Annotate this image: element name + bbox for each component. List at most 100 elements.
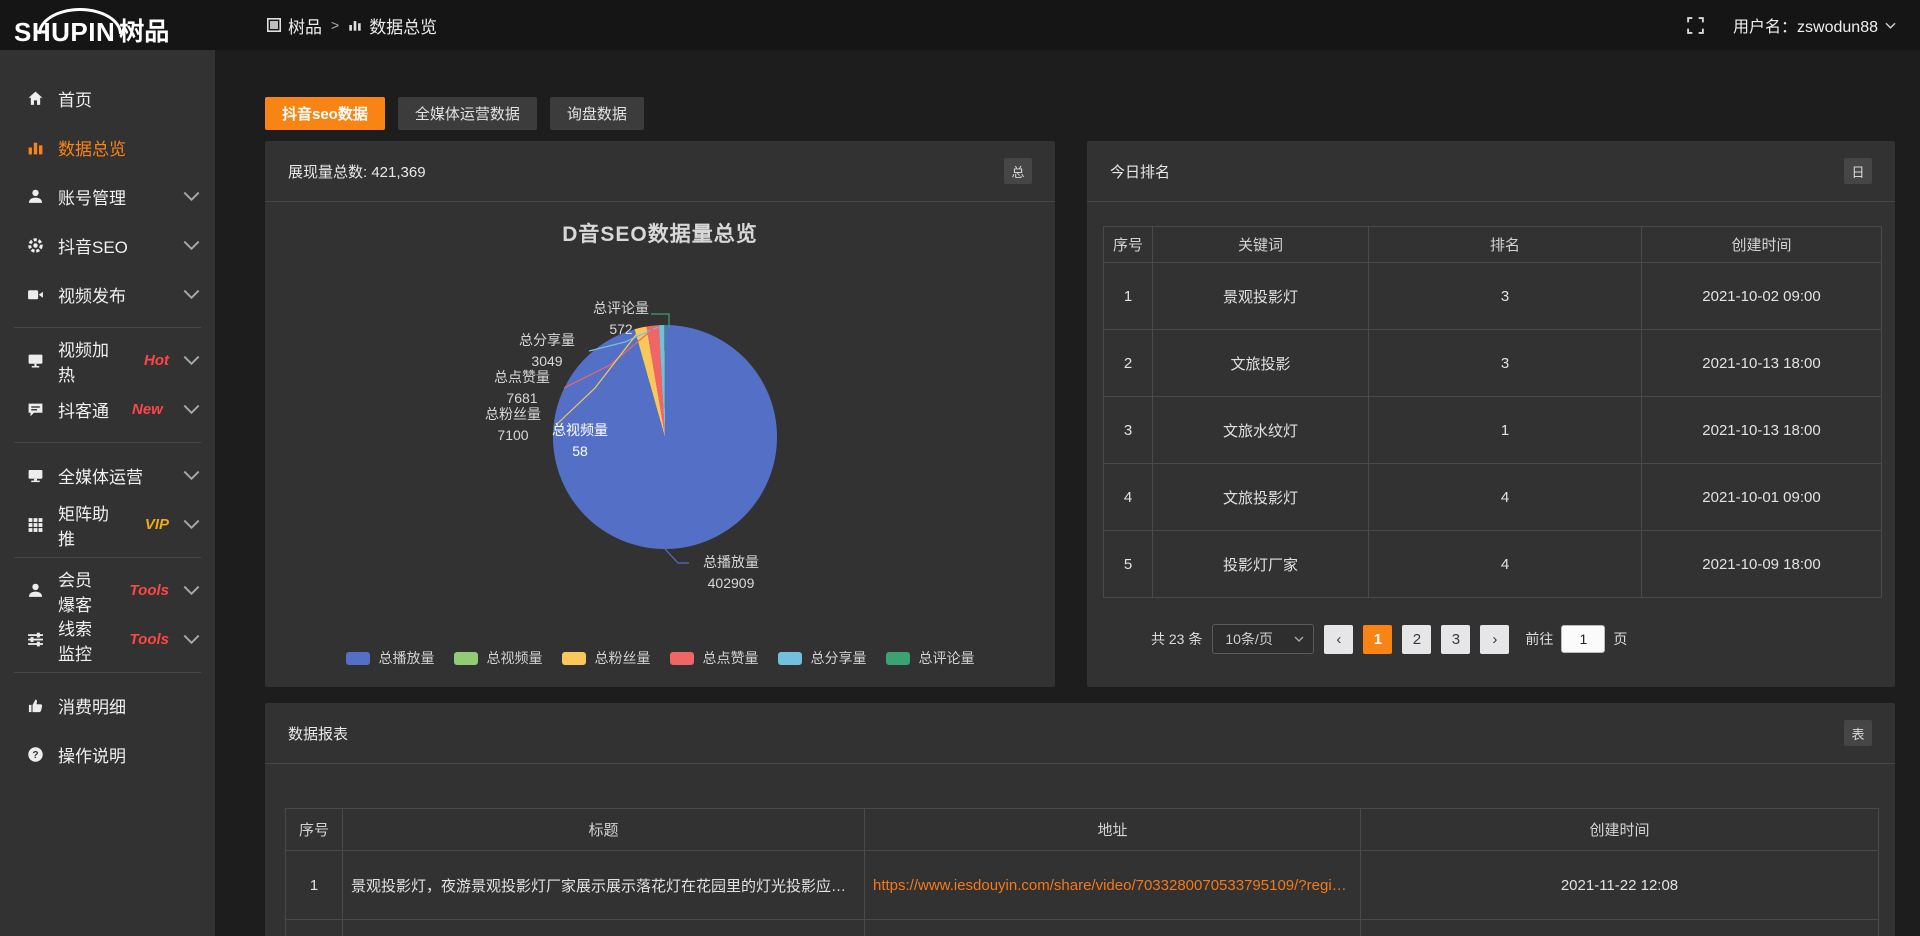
chart-bar-icon bbox=[27, 139, 44, 156]
report-panel-title: 数据报表 bbox=[288, 723, 348, 744]
col-keyword: 关键词 bbox=[1153, 227, 1369, 263]
monitor-icon bbox=[27, 467, 44, 484]
legend-item-likes[interactable]: 总点赞量 bbox=[670, 648, 759, 668]
pie-label-comments: 总评论量572 bbox=[583, 298, 659, 340]
report-table: 序号 标题 地址 创建时间 1 景观投影灯，夜游景观投影灯厂家展示展示落花灯在花… bbox=[285, 808, 1879, 936]
chevron-down-icon bbox=[183, 188, 200, 205]
chevron-down-icon bbox=[183, 631, 200, 648]
sidebar-item-label: 消费明细 bbox=[58, 693, 126, 718]
sidebar-item-home[interactable]: 首页 bbox=[0, 74, 215, 123]
new-badge: New bbox=[132, 401, 163, 418]
sidebar-item-label: 账号管理 bbox=[58, 184, 126, 209]
seo-overview-panel: 展现量总数: 421,369 总 D音SEO数据量总览 总评论量572 bbox=[265, 141, 1055, 687]
legend-item-videos[interactable]: 总视频量 bbox=[454, 648, 543, 668]
legend-item-shares[interactable]: 总分享量 bbox=[778, 648, 867, 668]
table-row: 1景观投影灯32021-10-02 09:00 bbox=[1104, 263, 1882, 330]
sidebar-item-help[interactable]: ? 操作说明 bbox=[0, 730, 215, 779]
col-title: 标题 bbox=[343, 809, 865, 851]
total-view-button[interactable]: 总 bbox=[1004, 158, 1032, 184]
sidebar-item-label: 线索监控 bbox=[58, 615, 107, 665]
sidebar-item-doukentong[interactable]: 抖客通 New bbox=[0, 385, 215, 434]
legend-item-comments[interactable]: 总评论量 bbox=[886, 648, 975, 668]
page-size-select[interactable]: 10条/页 bbox=[1212, 624, 1314, 654]
chat-icon bbox=[27, 401, 44, 418]
data-report-panel: 数据报表 表 序号 标题 地址 创建时间 bbox=[265, 703, 1895, 936]
app-window-icon bbox=[267, 18, 281, 32]
user-menu[interactable]: 用户名：zswodun88 bbox=[1733, 13, 1896, 37]
hot-badge: Hot bbox=[144, 352, 169, 369]
breadcrumb-current: 数据总览 bbox=[348, 13, 437, 38]
chevron-down-icon bbox=[1294, 636, 1304, 642]
breadcrumb-root[interactable]: 树品 bbox=[267, 13, 322, 38]
pie-label-shares: 总分享量3049 bbox=[508, 330, 586, 372]
app-logo: SHUPIN 树品 bbox=[0, 5, 215, 45]
sidebar-item-label: 操作说明 bbox=[58, 742, 126, 767]
tab-omnimedia-data[interactable]: 全媒体运营数据 bbox=[398, 97, 537, 130]
page-button-1[interactable]: 1 bbox=[1363, 625, 1392, 654]
sidebar-item-label: 抖客通 bbox=[58, 397, 109, 422]
praise-icon bbox=[27, 697, 44, 714]
breadcrumb: 树品 > 数据总览 bbox=[267, 13, 437, 38]
user-icon bbox=[27, 188, 44, 205]
impressions-total-stat: 展现量总数: 421,369 bbox=[288, 161, 426, 182]
sidebar-item-video-heat[interactable]: 视频加热 Hot bbox=[0, 336, 215, 385]
chevron-down-icon bbox=[183, 352, 200, 369]
sidebar-divider bbox=[14, 557, 201, 558]
goto-page-input[interactable] bbox=[1561, 625, 1605, 653]
vip-badge: VIP bbox=[145, 516, 169, 533]
col-index: 序号 bbox=[286, 809, 343, 851]
sidebar-item-omnimedia[interactable]: 全媒体运营 bbox=[0, 451, 215, 500]
video-title-cell: 景观投影灯，夜游景观投影灯厂家展示展示落花灯在花园里的灯光投影应用效果 # bbox=[343, 851, 865, 920]
gear-icon bbox=[27, 237, 44, 254]
sidebar-divider bbox=[14, 442, 201, 443]
next-page-button[interactable]: › bbox=[1480, 625, 1509, 654]
today-ranking-panel: 今日排名 日 序号 关键词 排名 创建时间 bbox=[1087, 141, 1895, 687]
sidebar-item-label: 全媒体运营 bbox=[58, 463, 143, 488]
table-row: 5投影灯厂家42021-10-09 18:00 bbox=[1104, 531, 1882, 598]
legend-item-fans[interactable]: 总粉丝量 bbox=[562, 648, 651, 668]
sidebar-item-douyin-seo[interactable]: 抖音SEO bbox=[0, 221, 215, 270]
pie-label-videos: 总视频量58 bbox=[543, 420, 617, 462]
screencast-icon bbox=[27, 352, 44, 369]
sidebar-item-matrix-boost[interactable]: 矩阵助推 VIP bbox=[0, 500, 215, 549]
page-button-3[interactable]: 3 bbox=[1441, 625, 1470, 654]
top-header: SHUPIN 树品 树品 > 数据总览 用户名：zswodun88 bbox=[0, 0, 1920, 50]
table-row: 2文旅投影32021-10-13 18:00 bbox=[1104, 330, 1882, 397]
sidebar-item-accounts[interactable]: 账号管理 bbox=[0, 172, 215, 221]
col-url: 地址 bbox=[865, 809, 1361, 851]
chart-bar-icon bbox=[348, 18, 362, 32]
sidebar-item-data-overview[interactable]: 数据总览 bbox=[0, 123, 215, 172]
question-icon: ? bbox=[27, 746, 44, 763]
data-tabs: 抖音seo数据 全媒体运营数据 询盘数据 bbox=[265, 97, 1895, 130]
video-link[interactable]: https://www.iesdouyin.com/share/video/70… bbox=[865, 851, 1361, 920]
tab-douyin-seo-data[interactable]: 抖音seo数据 bbox=[265, 97, 385, 130]
sidebar: 首页 数据总览 账号管理 抖音SEO 视频发布 视频加热 Hot bbox=[0, 50, 215, 936]
logo-text-cn: 树品 bbox=[119, 20, 169, 45]
table-row: 4文旅投影灯42021-10-01 09:00 bbox=[1104, 464, 1882, 531]
chevron-down-icon bbox=[183, 467, 200, 484]
chevron-down-icon bbox=[183, 237, 200, 254]
svg-text:?: ? bbox=[32, 750, 38, 761]
sidebar-item-lead-monitor[interactable]: 线索监控 Tools bbox=[0, 615, 215, 664]
sidebar-item-label: 视频加热 bbox=[58, 336, 121, 386]
pagination: 共 23 条 10条/页 ‹ 1 2 3 › 前往 页 bbox=[1151, 624, 1881, 654]
home-icon bbox=[27, 90, 44, 107]
breadcrumb-root-label: 树品 bbox=[288, 13, 322, 38]
table-row: 3文旅水纹灯12021-10-13 18:00 bbox=[1104, 397, 1882, 464]
prev-page-button[interactable]: ‹ bbox=[1324, 625, 1353, 654]
sidebar-item-video-publish[interactable]: 视频发布 bbox=[0, 270, 215, 319]
sliders-icon bbox=[27, 631, 44, 648]
table-view-button[interactable]: 表 bbox=[1844, 720, 1872, 746]
ranking-panel-title: 今日排名 bbox=[1110, 161, 1170, 182]
fullscreen-icon[interactable] bbox=[1686, 16, 1705, 35]
sidebar-item-spend-detail[interactable]: 消费明细 bbox=[0, 681, 215, 730]
legend-item-plays[interactable]: 总播放量 bbox=[346, 648, 435, 668]
page-button-2[interactable]: 2 bbox=[1402, 625, 1431, 654]
chevron-down-icon bbox=[183, 582, 200, 599]
day-view-button[interactable]: 日 bbox=[1844, 158, 1872, 184]
tab-inquiry-data[interactable]: 询盘数据 bbox=[550, 97, 644, 130]
video-icon bbox=[27, 286, 44, 303]
sidebar-item-member-blast[interactable]: 会员爆客 Tools bbox=[0, 566, 215, 615]
pie-label-likes: 总点赞量7681 bbox=[483, 367, 561, 409]
col-index: 序号 bbox=[1104, 227, 1153, 263]
